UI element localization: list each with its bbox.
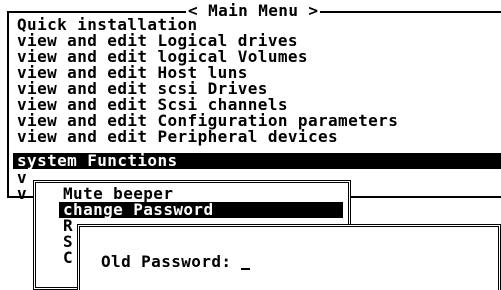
menu-item-system-functions[interactable]: system Functions bbox=[13, 153, 501, 169]
old-password-field[interactable]: Old Password: bbox=[101, 252, 251, 271]
submenu-item-change-password-label: change Password bbox=[63, 200, 214, 219]
menu-item-peripheral-devices[interactable]: view and edit Peripheral devices bbox=[17, 129, 338, 145]
text-cursor bbox=[241, 268, 251, 270]
old-password-label: Old Password: bbox=[101, 252, 242, 271]
main-menu-title: < Main Menu > bbox=[186, 1, 321, 20]
menu-item-system-functions-label: system Functions bbox=[17, 151, 178, 170]
terminal-screen: < Main Menu > Quick installation view an… bbox=[0, 0, 501, 290]
submenu-item-partial-c[interactable]: C bbox=[63, 250, 73, 266]
submenu-item-change-password[interactable]: change Password bbox=[59, 202, 343, 218]
menu-item-partial-2[interactable]: v bbox=[17, 186, 27, 202]
